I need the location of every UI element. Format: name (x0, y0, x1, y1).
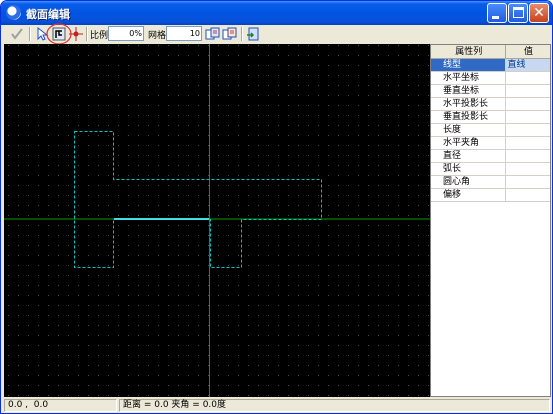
property-row[interactable]: 长度 (431, 123, 550, 137)
crosshair-icon[interactable] (68, 26, 84, 42)
property-row[interactable]: 偏移 (431, 188, 550, 202)
property-row[interactable]: 水平投影长 (431, 97, 550, 111)
close-icon: ✕ (533, 5, 545, 21)
property-value[interactable] (505, 84, 550, 98)
property-name: 线型 (431, 58, 506, 72)
property-row[interactable]: 垂直投影长 (431, 110, 550, 124)
property-name: 长度 (431, 123, 506, 137)
grid-field[interactable]: 10 (166, 26, 202, 41)
properties-table: 属性列 值 线型 直线 水平坐标 垂直坐标 水平投影长 垂直投影长 长度 水平夹角 直径 弧长 圆心… (431, 45, 550, 202)
property-name: 水平夹角 (431, 136, 506, 150)
property-row[interactable]: 弧长 (431, 162, 550, 176)
title-bar[interactable]: 截面编辑 ✕ (1, 1, 552, 25)
property-value[interactable] (505, 97, 550, 111)
app-icon (6, 5, 21, 20)
toolbar-separator (86, 27, 88, 41)
property-value[interactable] (505, 175, 550, 189)
copy-section-icon[interactable] (205, 26, 221, 42)
property-row[interactable]: 垂直坐标 (431, 84, 550, 98)
status-bar: 0.0 , 0.0 距离 = 0.0 夹角 = 0.0度 (4, 399, 550, 413)
property-value[interactable]: 直线 (505, 58, 550, 72)
header-property: 属性列 (431, 45, 506, 59)
header-value: 值 (505, 45, 550, 59)
close-button[interactable]: ✕ (529, 3, 549, 23)
export-icon[interactable] (246, 26, 262, 42)
property-name: 垂直投影长 (431, 110, 506, 124)
property-value[interactable] (505, 71, 550, 85)
property-name: 垂直坐标 (431, 84, 506, 98)
scale-label: 比例 (90, 31, 109, 41)
property-value[interactable] (505, 123, 550, 137)
property-name: 水平投影长 (431, 97, 506, 111)
maximize-icon (513, 7, 524, 18)
toolbar-separator (29, 27, 31, 41)
property-value[interactable] (505, 110, 550, 124)
status-coordinates: 0.0 , 0.0 (4, 399, 117, 412)
maximize-button[interactable] (508, 3, 528, 23)
properties-panel: 属性列 值 线型 直线 水平坐标 垂直坐标 水平投影长 垂直投影长 长度 水平夹角 直径 弧长 圆心… (430, 44, 551, 397)
property-row[interactable]: 直径 (431, 149, 550, 163)
property-name: 圆心角 (431, 175, 506, 189)
property-name: 偏移 (431, 188, 506, 202)
scale-field[interactable]: 0% (108, 26, 144, 41)
section-editor-window: 截面编辑 ✕ 比例 0% 网格 10 属性列 值 线型 直线 水平坐标 垂直坐标… (0, 0, 553, 414)
canvas-drawing[interactable] (4, 44, 430, 397)
property-value[interactable] (505, 188, 550, 202)
property-row[interactable]: 水平夹角 (431, 136, 550, 150)
property-name: 直径 (431, 149, 506, 163)
property-name: 水平坐标 (431, 71, 506, 85)
minimize-button[interactable] (487, 3, 507, 23)
grid-label: 网格 (148, 31, 167, 41)
toolbar-separator (241, 27, 243, 41)
property-name: 弧长 (431, 162, 506, 176)
property-row[interactable]: 线型 直线 (431, 58, 550, 72)
minimize-icon (492, 16, 499, 19)
property-value[interactable] (505, 162, 550, 176)
grid-dots (4, 44, 430, 397)
toolbar: 比例 0% 网格 10 (4, 23, 550, 45)
paste-section-icon[interactable] (222, 26, 238, 42)
confirm-check-icon[interactable] (9, 26, 25, 42)
status-measurement: 距离 = 0.0 夹角 = 0.0度 (119, 399, 550, 412)
window-title: 截面编辑 (26, 8, 70, 21)
property-value[interactable] (505, 149, 550, 163)
property-row[interactable]: 圆心角 (431, 175, 550, 189)
properties-header-row: 属性列 值 (431, 45, 550, 59)
property-value[interactable] (505, 136, 550, 150)
property-row[interactable]: 水平坐标 (431, 71, 550, 85)
drawing-canvas[interactable] (4, 44, 430, 397)
